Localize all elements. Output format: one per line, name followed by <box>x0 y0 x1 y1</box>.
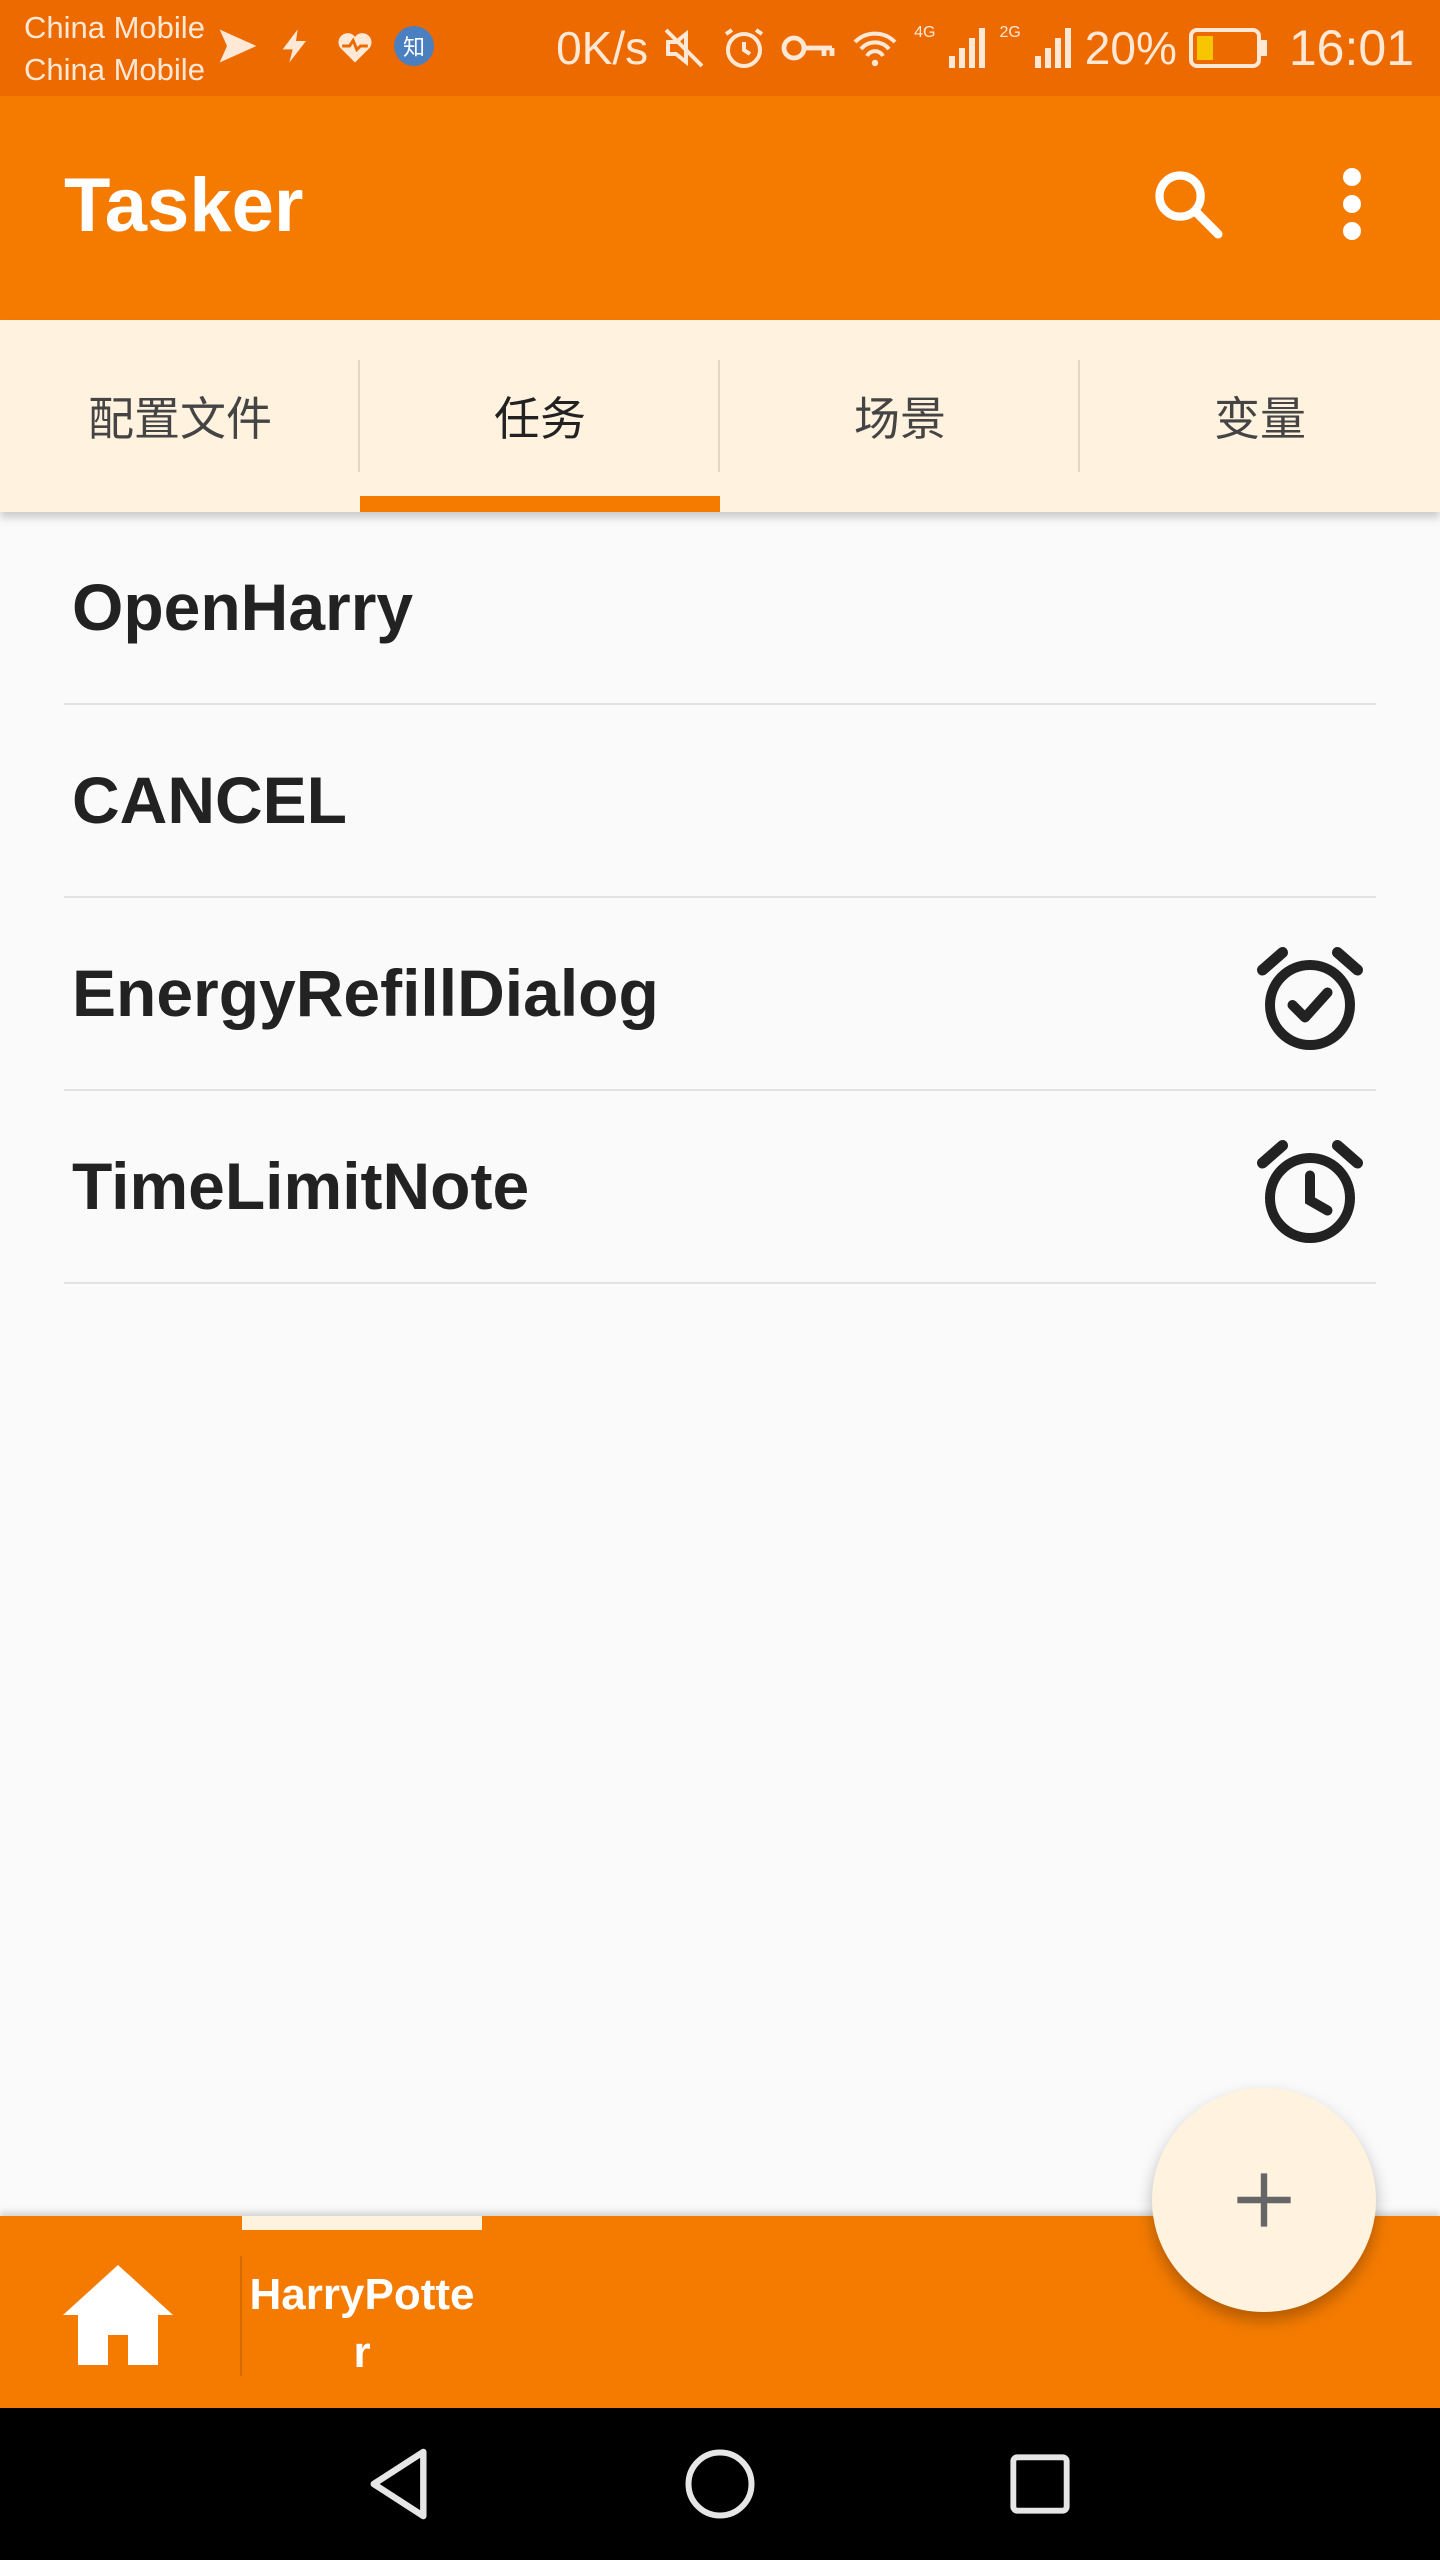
system-nav-bar <box>0 2408 1440 2560</box>
tab-variables[interactable]: 变量 <box>1080 320 1440 512</box>
search-button[interactable] <box>1140 156 1236 252</box>
add-task-button[interactable] <box>1152 2088 1376 2312</box>
heart-rate-icon <box>338 33 372 63</box>
tab-bar: 配置文件 任务 场景 变量 <box>0 320 1440 512</box>
home-button[interactable] <box>56 2260 180 2370</box>
home-circle-icon <box>685 2449 755 2519</box>
task-row-timelimitnote[interactable]: TimeLimitNote <box>0 1091 1440 1284</box>
app-bar: Tasker <box>0 96 1440 320</box>
carrier-label-1: China Mobile <box>24 10 205 45</box>
task-name: CANCEL <box>72 763 347 837</box>
tab-label: 变量 <box>1214 392 1306 446</box>
tab-tasks[interactable]: 任务 <box>360 320 720 512</box>
tab-scenes[interactable]: 场景 <box>720 320 1080 512</box>
alarm-icon <box>724 28 764 68</box>
clock: 16:01 <box>1288 20 1414 76</box>
zhihu-icon: 知 <box>394 26 434 66</box>
recents-icon <box>1010 2454 1070 2514</box>
net-type-1: 4G <box>914 24 936 41</box>
task-list: OpenHarry CANCEL EnergyRefillDialog Time… <box>0 512 1440 1284</box>
send-icon <box>219 29 257 63</box>
task-row-cancel[interactable]: CANCEL <box>0 705 1440 898</box>
tab-profiles[interactable]: 配置文件 <box>0 320 360 512</box>
alarm-clock-icon[interactable] <box>1250 1133 1370 1253</box>
mute-icon <box>664 28 704 68</box>
net-type-2: 2G <box>999 24 1021 41</box>
task-row-openharry[interactable]: OpenHarry <box>0 512 1440 705</box>
search-icon <box>1155 171 1223 239</box>
task-name: EnergyRefillDialog <box>72 956 659 1030</box>
nav-back-button[interactable] <box>350 2434 450 2534</box>
alarm-check-icon[interactable] <box>1250 940 1370 1060</box>
status-right: 0K/s 4G 2G 20% 16:01 <box>556 16 1414 80</box>
home-icon <box>63 2265 173 2365</box>
nav-home-button[interactable] <box>670 2434 770 2534</box>
divider <box>64 1282 1376 1284</box>
active-project-indicator <box>242 2216 482 2230</box>
signal-icon <box>1034 28 1071 68</box>
task-row-energyrefilldialog[interactable]: EnergyRefillDialog <box>0 898 1440 1091</box>
task-name: TimeLimitNote <box>72 1149 530 1223</box>
status-left-icons: 知 <box>216 24 434 68</box>
carrier-label-2: China Mobile <box>24 52 205 87</box>
battery-percent: 20% <box>1084 22 1177 74</box>
flash-icon <box>282 29 306 63</box>
tab-label: 场景 <box>854 392 946 446</box>
key-icon <box>781 35 835 61</box>
nav-recents-button[interactable] <box>990 2434 1090 2534</box>
tab-label: 配置文件 <box>88 392 272 446</box>
tab-label: 任务 <box>494 392 586 446</box>
wifi-icon <box>853 31 897 67</box>
plus-icon <box>1237 2173 1291 2227</box>
back-icon <box>370 2448 427 2520</box>
task-name: OpenHarry <box>72 570 414 644</box>
network-speed: 0K/s <box>556 22 649 74</box>
app-title: Tasker <box>64 163 304 248</box>
battery-icon <box>1188 28 1267 68</box>
project-tab-harrypotter[interactable]: HarryPotter <box>242 2216 482 2408</box>
more-vert-icon <box>1343 168 1361 240</box>
project-name: HarryPotter <box>249 2270 475 2377</box>
status-bar: China Mobile China Mobile 知 0K/s 4G 2G 2… <box>0 0 1440 96</box>
active-tab-indicator <box>360 496 720 512</box>
signal-icon <box>949 28 986 68</box>
more-options-button[interactable] <box>1304 156 1400 252</box>
